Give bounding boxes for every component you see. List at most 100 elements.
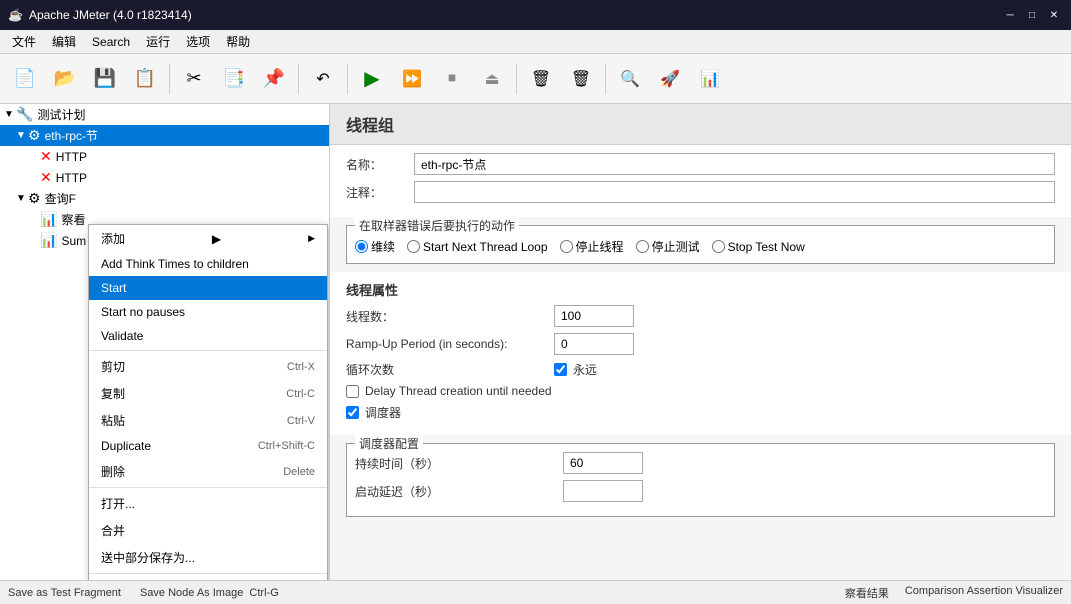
remoterun-button[interactable]: 🚀: [651, 60, 689, 98]
minimize-button[interactable]: ─: [1001, 6, 1019, 24]
saveas-button[interactable]: 📋: [126, 60, 164, 98]
copy-button[interactable]: 📑: [215, 60, 253, 98]
rampup-label: Ramp-Up Period (in seconds):: [346, 337, 546, 351]
ctx-validate[interactable]: Validate: [89, 324, 327, 348]
thread-count-input[interactable]: [554, 305, 634, 327]
status-save-node[interactable]: Save Node As Image Ctrl-G: [140, 587, 279, 599]
rampup-input[interactable]: [554, 333, 634, 355]
ctx-save-selection[interactable]: 送中部分保存为...: [89, 544, 327, 571]
start-nopause-button[interactable]: ⏩: [393, 60, 431, 98]
ctx-save-node-image[interactable]: Save Node As Image Ctrl-G: [89, 576, 327, 580]
ctx-paste[interactable]: 粘贴 Ctrl-V: [89, 407, 327, 434]
status-viewer: 察看结果: [845, 585, 889, 601]
ctx-label: Add Think Times to children: [101, 257, 249, 271]
scheduler-section-title: 调度器配置: [355, 435, 423, 452]
status-bar: Save as Test Fragment Save Node As Image…: [0, 580, 1071, 604]
ctx-open[interactable]: 打开...: [89, 490, 327, 517]
name-input[interactable]: [414, 153, 1055, 175]
open-button[interactable]: 📂: [46, 60, 84, 98]
cut-button[interactable]: ✂: [175, 60, 213, 98]
app-icon: ☕: [8, 8, 23, 22]
tree-item-query[interactable]: ▼ ⚙ 查询F: [0, 188, 329, 209]
radio-stop-test-input[interactable]: [636, 240, 649, 253]
radio-stop-test[interactable]: 停止测试: [636, 238, 700, 255]
ctx-duplicate[interactable]: Duplicate Ctrl+Shift-C: [89, 434, 327, 458]
save-button[interactable]: 💾: [86, 60, 124, 98]
left-panel: ▼ 🔧 测试计划 ▼ ⚙ eth-rpc-节 ✕ HTTP ✕ HTTP ▼ ⚙…: [0, 104, 330, 580]
scheduler-label: 调度器: [365, 404, 401, 421]
menu-help[interactable]: 帮助: [218, 30, 258, 53]
menu-run[interactable]: 运行: [138, 30, 178, 53]
radio-stop-test-label: 停止测试: [652, 238, 700, 255]
undo-button[interactable]: ↶: [304, 60, 342, 98]
ctx-add-think-times[interactable]: Add Think Times to children: [89, 252, 327, 276]
radio-stop-test-now-input[interactable]: [712, 240, 725, 253]
menu-edit[interactable]: 编辑: [44, 30, 84, 53]
ctx-label: 复制: [101, 385, 125, 402]
status-save-fragment[interactable]: Save as Test Fragment: [8, 587, 121, 599]
toolbar-sep-4: [516, 64, 517, 94]
infinite-label: 永远: [573, 361, 597, 378]
thread-section-title: 线程属性: [346, 280, 1055, 299]
http2-icon: ✕: [40, 169, 52, 186]
close-button[interactable]: ✕: [1045, 6, 1063, 24]
radio-stop-thread[interactable]: 停止线程: [560, 238, 624, 255]
ctx-label: 打开...: [101, 495, 135, 512]
tree-item-label: HTTP: [56, 171, 87, 185]
clearall-button[interactable]: 🗑: [562, 60, 600, 98]
status-left: Save as Test Fragment Save Node As Image…: [0, 587, 837, 599]
paste-button[interactable]: 📌: [255, 60, 293, 98]
duration-input[interactable]: [563, 452, 643, 474]
radio-start-next[interactable]: Start Next Thread Loop: [407, 240, 548, 254]
ctx-delete[interactable]: 删除 Delete: [89, 458, 327, 485]
template-button[interactable]: 📊: [691, 60, 729, 98]
stop-button[interactable]: ⏹: [433, 60, 471, 98]
thread-count-label: 线程数：: [346, 308, 546, 325]
toolbar-sep-3: [347, 64, 348, 94]
ctx-label: Start no pauses: [101, 305, 185, 319]
browse-button[interactable]: 🔍: [611, 60, 649, 98]
action-section-title: 在取样器错误后要执行的动作: [355, 217, 519, 234]
comment-input[interactable]: [414, 181, 1055, 203]
ctx-copy[interactable]: 复制 Ctrl-C: [89, 380, 327, 407]
start-delay-input[interactable]: [563, 480, 643, 502]
scheduler-section: 调度器配置 持续时间（秒） 启动延迟（秒）: [346, 443, 1055, 517]
radio-continue[interactable]: 维续: [355, 238, 395, 255]
ctx-merge[interactable]: 合并: [89, 517, 327, 544]
title-bar-controls: ─ □ ✕: [1001, 6, 1063, 24]
scheduler-checkbox-input[interactable]: [346, 406, 359, 419]
loop-label: 循环次数: [346, 361, 546, 378]
ctx-shortcut: Ctrl-X: [287, 361, 315, 373]
clear-button[interactable]: 🗑: [522, 60, 560, 98]
new-button[interactable]: 📄: [6, 60, 44, 98]
radio-start-next-input[interactable]: [407, 240, 420, 253]
ctx-add[interactable]: 添加 ▶: [89, 225, 327, 252]
menu-search[interactable]: Search: [84, 30, 138, 53]
radio-stop-thread-input[interactable]: [560, 240, 573, 253]
ctx-start[interactable]: Start: [89, 276, 327, 300]
maximize-button[interactable]: □: [1023, 6, 1041, 24]
infinite-checkbox-input[interactable]: [554, 363, 567, 376]
radio-stop-test-now-label: Stop Test Now: [728, 240, 805, 254]
tree-item-http2[interactable]: ✕ HTTP: [0, 167, 329, 188]
shutdown-button[interactable]: ⏏: [473, 60, 511, 98]
start-button[interactable]: ▶: [353, 60, 391, 98]
delay-checkbox-input[interactable]: [346, 385, 359, 398]
ctx-sep-3: [89, 573, 327, 574]
ctx-start-no-pauses[interactable]: Start no pauses: [89, 300, 327, 324]
menu-file[interactable]: 文件: [4, 30, 44, 53]
radio-continue-label: 维续: [371, 238, 395, 255]
radio-stop-thread-label: 停止线程: [576, 238, 624, 255]
ctx-cut[interactable]: 剪切 Ctrl-X: [89, 353, 327, 380]
radio-stop-test-now[interactable]: Stop Test Now: [712, 240, 805, 254]
tree-item-eth-rpc[interactable]: ▼ ⚙ eth-rpc-节: [0, 125, 329, 146]
radio-continue-input[interactable]: [355, 240, 368, 253]
ctx-sep-1: [89, 350, 327, 351]
main-layout: ▼ 🔧 测试计划 ▼ ⚙ eth-rpc-节 ✕ HTTP ✕ HTTP ▼ ⚙…: [0, 104, 1071, 580]
tree-item-label: 查询F: [45, 190, 76, 207]
infinite-checkbox[interactable]: 永远: [554, 361, 597, 378]
tree-item-test-plan[interactable]: ▼ 🔧 测试计划: [0, 104, 329, 125]
tree-item-http1[interactable]: ✕ HTTP: [0, 146, 329, 167]
menu-options[interactable]: 选项: [178, 30, 218, 53]
comment-label: 注释：: [346, 184, 406, 201]
